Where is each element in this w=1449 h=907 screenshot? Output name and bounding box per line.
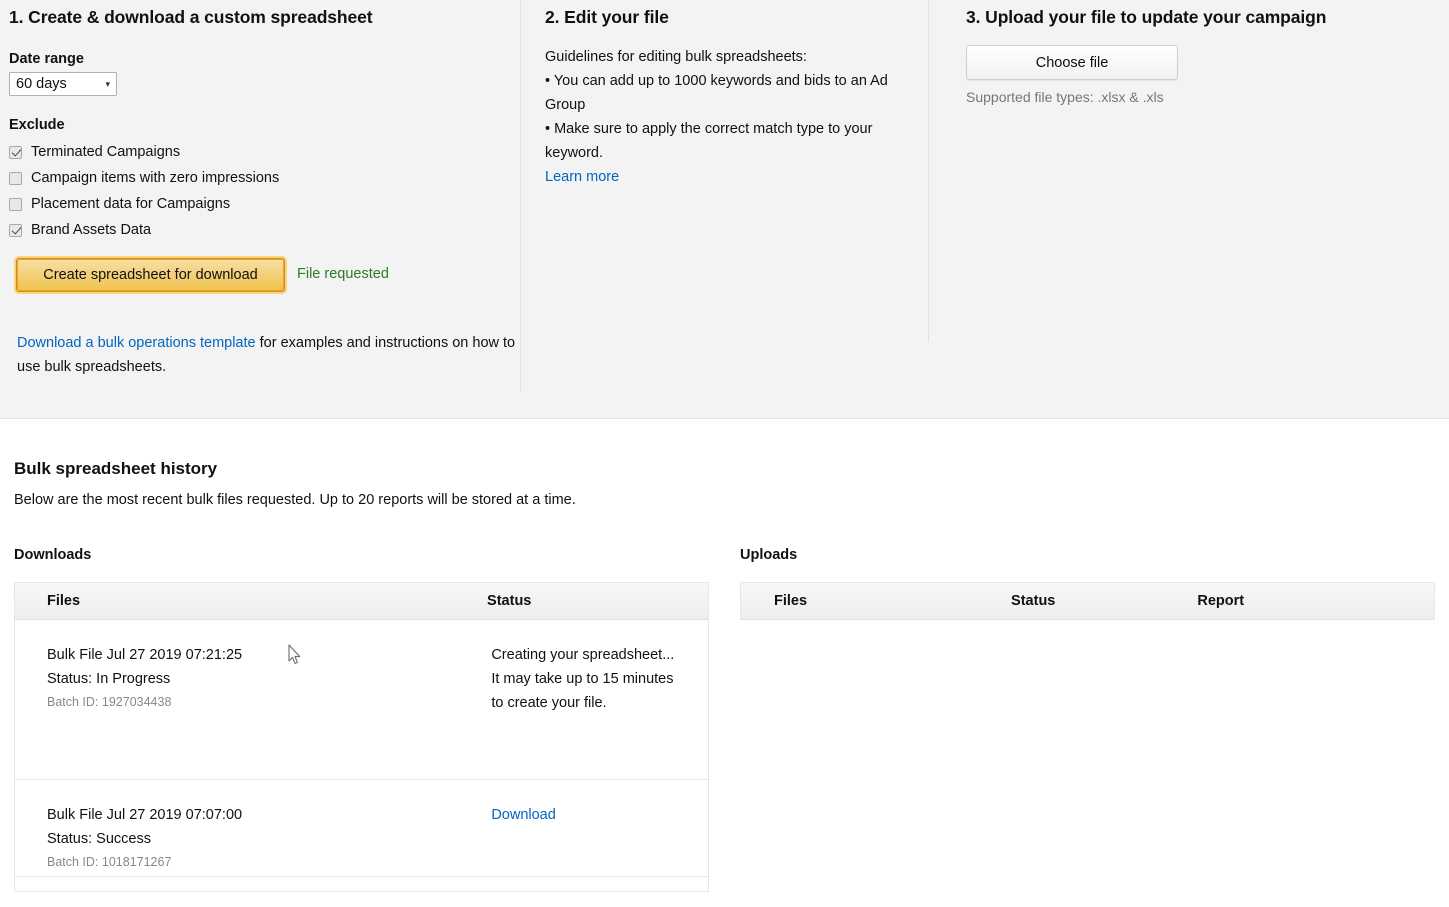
chevron-down-icon: ▾ — [105, 78, 110, 89]
exclude-option-label: Brand Assets Data — [31, 222, 152, 238]
downloads-col-status: Status — [487, 593, 532, 609]
downloads-row-file-cell: Bulk File Jul 27 2019 07:07:00 Status: S… — [15, 780, 486, 876]
guidelines-intro: Guidelines for editing bulk spreadsheets… — [545, 49, 807, 65]
checkbox-icon[interactable] — [9, 171, 22, 185]
exclude-checkbox-list: Terminated Campaigns Campaign items with… — [9, 139, 279, 243]
download-link[interactable]: Download — [491, 807, 556, 823]
file-status-line: Status: In Progress — [47, 671, 171, 687]
exclude-option-zero-impressions[interactable]: Campaign items with zero impressions — [9, 165, 279, 191]
table-row: Bulk File Jul 27 2019 07:21:25 Status: I… — [15, 620, 708, 780]
date-range-label: Date range — [9, 51, 84, 67]
bulk-operations-page: 1. Create & download a custom spreadshee… — [0, 0, 1449, 907]
batch-id: Batch ID: 1927034438 — [47, 695, 172, 709]
downloads-table: Files Status Bulk File Jul 27 2019 07:21… — [14, 582, 709, 892]
date-range-value: 60 days — [16, 76, 67, 92]
uploads-label: Uploads — [740, 547, 798, 563]
setup-panel: 1. Create & download a custom spreadshee… — [0, 0, 1449, 419]
uploads-col-files: Files — [774, 593, 808, 609]
exclude-option-brand-assets-data[interactable]: Brand Assets Data — [9, 217, 279, 243]
file-name: Bulk File Jul 27 2019 07:21:25 — [47, 647, 243, 663]
step-2-title: 2. Edit your file — [545, 7, 669, 27]
exclude-label: Exclude — [9, 117, 65, 133]
bulk-template-help-text: Download a bulk operations template for … — [17, 331, 517, 379]
guidelines-bullet-1: • You can add up to 1000 keywords and bi… — [545, 73, 888, 113]
guidelines-bullet-2: • Make sure to apply the correct match t… — [545, 121, 873, 161]
checkbox-icon[interactable] — [9, 197, 22, 211]
supported-file-types-text: Supported file types: .xlsx & .xls — [966, 89, 1164, 105]
history-subtitle: Below are the most recent bulk files req… — [14, 492, 576, 508]
download-template-link[interactable]: Download a bulk operations template — [17, 335, 256, 351]
exclude-option-terminated-campaigns[interactable]: Terminated Campaigns — [9, 139, 279, 165]
history-title: Bulk spreadsheet history — [14, 459, 218, 478]
choose-file-button[interactable]: Choose file — [966, 45, 1178, 80]
exclude-option-label: Placement data for Campaigns — [31, 196, 231, 212]
create-spreadsheet-button[interactable]: Create spreadsheet for download — [14, 256, 287, 294]
uploads-table-header: Files Status Report — [741, 583, 1434, 620]
learn-more-link[interactable]: Learn more — [545, 165, 917, 189]
date-range-select[interactable]: 60 days ▾ — [9, 72, 117, 96]
checkbox-icon[interactable] — [9, 223, 22, 237]
exclude-option-label: Terminated Campaigns — [31, 144, 181, 160]
downloads-table-header: Files Status — [15, 583, 708, 620]
exclude-option-label: Campaign items with zero impressions — [31, 170, 280, 186]
step-1-title: 1. Create & download a custom spreadshee… — [9, 7, 373, 27]
exclude-option-placement-data[interactable]: Placement data for Campaigns — [9, 191, 279, 217]
table-row-partial — [15, 877, 708, 891]
file-requested-status: File requested — [297, 266, 389, 282]
uploads-col-status: Status — [1011, 593, 1056, 609]
downloads-row-status-cell: Creating your spreadsheet... It may take… — [486, 620, 708, 779]
table-row: Bulk File Jul 27 2019 07:07:00 Status: S… — [15, 780, 708, 877]
downloads-label: Downloads — [14, 547, 92, 563]
column-divider-1 — [520, 0, 521, 392]
column-divider-2 — [928, 0, 929, 342]
step-3-title: 3. Upload your file to update your campa… — [966, 7, 1327, 27]
file-status-line: Status: Success — [47, 831, 151, 847]
checkbox-icon[interactable] — [9, 145, 22, 159]
uploads-col-report: Report — [1197, 593, 1245, 609]
downloads-row-status-cell: Download — [486, 780, 708, 876]
status-message: Creating your spreadsheet... It may take… — [491, 647, 675, 711]
batch-id: Batch ID: 1018171267 — [47, 855, 172, 869]
editing-guidelines: Guidelines for editing bulk spreadsheets… — [545, 45, 917, 189]
downloads-col-files: Files — [47, 593, 81, 609]
uploads-table: Files Status Report — [740, 582, 1435, 620]
downloads-row-file-cell: Bulk File Jul 27 2019 07:21:25 Status: I… — [15, 620, 486, 779]
file-name: Bulk File Jul 27 2019 07:07:00 — [47, 807, 243, 823]
